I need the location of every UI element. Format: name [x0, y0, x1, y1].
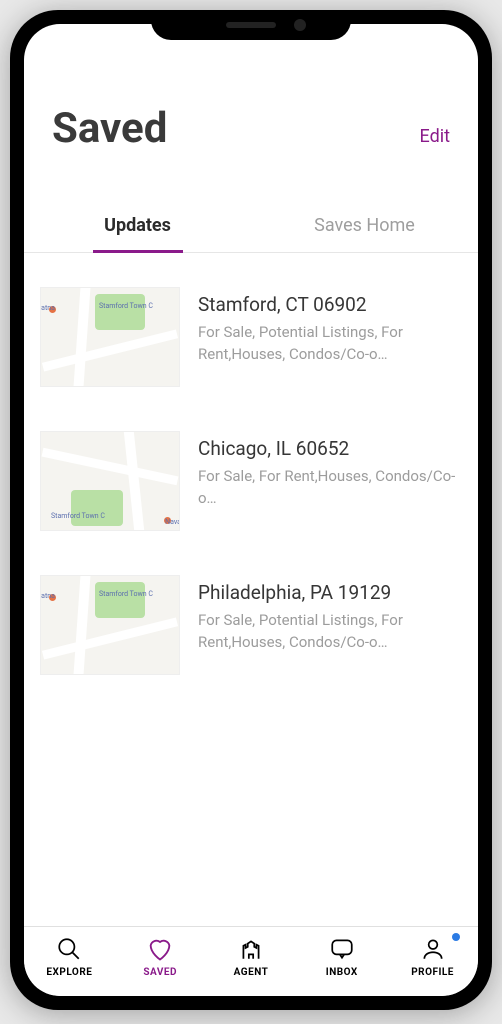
chat-icon — [328, 935, 356, 963]
list-item[interactable]: Navaratna Stamford Town C Philadelphia, … — [40, 561, 462, 705]
tab-saves-home[interactable]: Saves Home — [251, 203, 478, 252]
map-center-label: Stamford Town C — [99, 302, 153, 310]
phone-notch — [151, 10, 351, 40]
list-item-info: Stamford, CT 06902 For Sale, Potential L… — [198, 287, 462, 387]
list-item[interactable]: Navaratna Stamford Town C Stamford, CT 0… — [40, 273, 462, 417]
map-poi-label: Navaratna — [40, 304, 55, 312]
map-poi-label: Navaratna — [165, 518, 180, 526]
page-header: Saved Edit — [24, 104, 478, 153]
castle-icon — [237, 935, 265, 963]
list-item-info: Chicago, IL 60652 For Sale, For Rent,Hou… — [198, 431, 462, 531]
bottom-nav: EXPLORE SAVED AGENT — [24, 926, 478, 996]
map-center-label: Stamford Town C — [99, 590, 153, 598]
edit-button[interactable]: Edit — [420, 126, 450, 147]
speaker-slot — [226, 22, 276, 28]
nav-profile[interactable]: PROFILE — [387, 935, 478, 978]
list-item-info: Philadelphia, PA 19129 For Sale, Potenti… — [198, 575, 462, 675]
heart-icon — [146, 935, 174, 963]
nav-label: AGENT — [234, 967, 269, 978]
tab-bar: Updates Saves Home — [24, 203, 478, 253]
tab-updates[interactable]: Updates — [24, 203, 251, 252]
nav-label: PROFILE — [411, 967, 454, 978]
map-thumbnail: Navaratna Stamford Town C — [40, 431, 180, 531]
nav-agent[interactable]: AGENT — [206, 935, 297, 978]
front-camera — [294, 19, 306, 31]
saved-list[interactable]: Navaratna Stamford Town C Stamford, CT 0… — [24, 253, 478, 926]
nav-label: EXPLORE — [46, 967, 92, 978]
map-thumbnail: Navaratna Stamford Town C — [40, 575, 180, 675]
phone-frame: Saved Edit Updates Saves Home Navaratna — [10, 10, 492, 1010]
nav-inbox[interactable]: INBOX — [296, 935, 387, 978]
nav-explore[interactable]: EXPLORE — [24, 935, 115, 978]
list-item-title: Chicago, IL 60652 — [198, 437, 462, 460]
nav-label: INBOX — [326, 967, 358, 978]
content-area: Saved Edit Updates Saves Home Navaratna — [24, 24, 478, 926]
nav-saved[interactable]: SAVED — [115, 935, 206, 978]
list-item-subtitle: For Sale, For Rent,Houses, Condos/Co-o… — [198, 466, 462, 510]
list-item-title: Philadelphia, PA 19129 — [198, 581, 462, 604]
nav-label: SAVED — [143, 967, 177, 978]
notification-dot-icon — [452, 933, 460, 941]
map-poi-label: Navaratna — [40, 592, 55, 600]
page-title: Saved — [52, 104, 167, 153]
screen: Saved Edit Updates Saves Home Navaratna — [24, 24, 478, 996]
list-item-title: Stamford, CT 06902 — [198, 293, 462, 316]
list-item-subtitle: For Sale, Potential Listings, For Rent,H… — [198, 322, 462, 366]
list-item-subtitle: For Sale, Potential Listings, For Rent,H… — [198, 610, 462, 654]
search-icon — [55, 935, 83, 963]
list-item[interactable]: Navaratna Stamford Town C Chicago, IL 60… — [40, 417, 462, 561]
map-thumbnail: Navaratna Stamford Town C — [40, 287, 180, 387]
person-icon — [419, 935, 447, 963]
map-center-label: Stamford Town C — [51, 512, 105, 520]
